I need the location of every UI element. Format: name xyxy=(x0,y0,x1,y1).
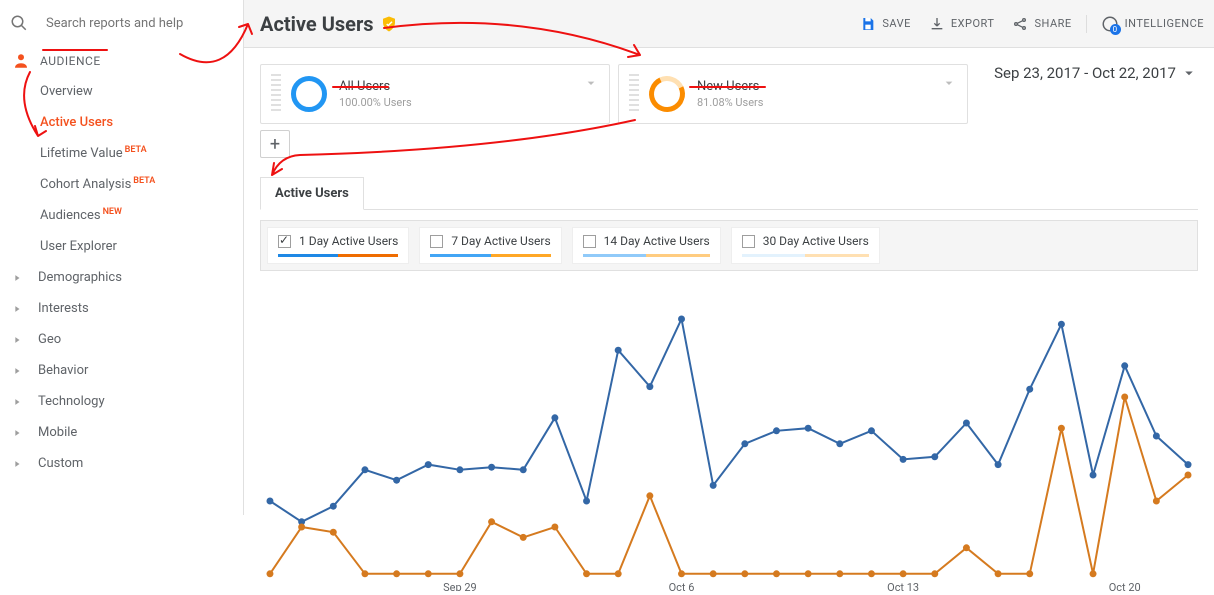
export-button[interactable]: EXPORT xyxy=(929,16,995,32)
caret-down-icon xyxy=(1180,64,1198,82)
download-icon xyxy=(929,16,945,32)
sidebar-item-label: Custom xyxy=(38,456,83,471)
metric-toggle-7-day-active-users[interactable]: 7 Day Active Users xyxy=(419,227,561,264)
sidebar-item-geo[interactable]: Geo xyxy=(0,324,243,355)
sidebar-item-label: Demographics xyxy=(38,270,122,285)
metric-toggle-1-day-active-users[interactable]: 1 Day Active Users xyxy=(267,227,409,264)
segment-name: New Users xyxy=(697,79,763,94)
segment-subtitle: 81.08% Users xyxy=(697,96,763,109)
drag-handle-icon[interactable] xyxy=(271,74,281,114)
metric-toggle-14-day-active-users[interactable]: 14 Day Active Users xyxy=(572,227,721,264)
tab-active-users[interactable]: Active Users xyxy=(260,177,364,210)
donut-orange-icon xyxy=(644,71,690,117)
sidebar-item-audiences[interactable]: Audiences NEW xyxy=(0,200,243,231)
sidebar-section-label: AUDIENCE xyxy=(40,54,101,68)
caret-right-icon xyxy=(8,304,26,314)
sidebar-item-interests[interactable]: Interests xyxy=(0,293,243,324)
sidebar-item-active-users[interactable]: Active Users xyxy=(0,107,243,138)
svg-text:Oct 13: Oct 13 xyxy=(887,581,919,591)
metric-label: 7 Day Active Users xyxy=(451,234,550,248)
drag-handle-icon[interactable] xyxy=(629,74,639,114)
sidebar-item-lifetime-value[interactable]: Lifetime Value BETA xyxy=(0,138,243,169)
caret-right-icon xyxy=(8,459,26,469)
sidebar-item-label: Cohort Analysis xyxy=(40,177,131,192)
donut-blue-icon xyxy=(291,76,327,112)
search-row xyxy=(0,6,243,46)
sidebar-item-behavior[interactable]: Behavior xyxy=(0,355,243,386)
caret-right-icon xyxy=(8,335,26,345)
metric-toggle-30-day-active-users[interactable]: 30 Day Active Users xyxy=(731,227,880,264)
intelligence-button[interactable]: 0 INTELLIGENCE xyxy=(1086,15,1204,33)
active-users-chart: Sep 29 Oct 6 Oct 13 Oct 20 xyxy=(260,291,1198,591)
sidebar-item-label: Geo xyxy=(38,332,61,347)
person-icon xyxy=(12,52,30,70)
metric-label: 1 Day Active Users xyxy=(299,234,398,248)
sidebar-item-label: Interests xyxy=(38,301,89,316)
checkbox-icon xyxy=(278,235,291,248)
sidebar-item-technology[interactable]: Technology xyxy=(0,386,243,417)
checkbox-icon xyxy=(430,235,443,248)
segment-all-users[interactable]: All Users 100.00% Users xyxy=(260,64,610,124)
svg-text:Sep 29: Sep 29 xyxy=(443,581,477,591)
caret-right-icon xyxy=(8,273,26,283)
share-button[interactable]: SHARE xyxy=(1012,16,1071,32)
sidebar-item-user-explorer[interactable]: User Explorer xyxy=(0,231,243,262)
segment-subtitle: 100.00% Users xyxy=(339,96,412,109)
caret-right-icon xyxy=(8,366,26,376)
sidebar-item-overview[interactable]: Overview xyxy=(0,76,243,107)
segment-name: All Users xyxy=(339,79,412,94)
sidebar-item-demographics[interactable]: Demographics xyxy=(0,262,243,293)
search-icon xyxy=(10,14,28,32)
segment-new-users[interactable]: New Users 81.08% Users xyxy=(618,64,968,124)
beta-badge: BETA xyxy=(133,176,155,186)
checkbox-icon xyxy=(742,235,755,248)
sidebar-item-label: Active Users xyxy=(40,115,113,130)
sidebar-item-label: Behavior xyxy=(38,363,88,378)
verified-shield-icon xyxy=(380,15,398,33)
sidebar-item-label: Lifetime Value xyxy=(40,146,123,161)
date-range-picker[interactable]: Sep 23, 2017 - Oct 22, 2017 xyxy=(994,64,1198,82)
checkbox-icon xyxy=(583,235,596,248)
intelligence-icon: 0 xyxy=(1101,15,1119,33)
topbar: Active Users SAVE EXPORT SHARE 0 INTELL xyxy=(244,0,1214,48)
sidebar-item-label: User Explorer xyxy=(40,239,117,254)
sidebar-item-custom[interactable]: Custom xyxy=(0,448,243,479)
sidebar-item-label: Overview xyxy=(40,84,93,99)
svg-text:Oct 6: Oct 6 xyxy=(669,581,695,591)
svg-text:Oct 20: Oct 20 xyxy=(1109,581,1141,591)
sidebar-item-label: Mobile xyxy=(38,425,77,440)
caret-right-icon xyxy=(8,428,26,438)
beta-badge: BETA xyxy=(125,145,147,155)
sidebar-item-cohort-analysis[interactable]: Cohort Analysis BETA xyxy=(0,169,243,200)
sidebar-section-audience[interactable]: AUDIENCE xyxy=(0,46,243,76)
metric-label: 30 Day Active Users xyxy=(763,234,869,248)
chevron-down-icon[interactable] xyxy=(941,75,957,91)
caret-right-icon xyxy=(8,397,26,407)
beta-badge: NEW xyxy=(103,207,122,217)
chevron-down-icon[interactable] xyxy=(583,75,599,91)
share-icon xyxy=(1012,16,1028,32)
metric-label: 14 Day Active Users xyxy=(604,234,710,248)
page-title: Active Users xyxy=(260,12,374,36)
save-icon xyxy=(860,16,876,32)
search-input[interactable] xyxy=(46,16,227,31)
sidebar-item-mobile[interactable]: Mobile xyxy=(0,417,243,448)
sidebar-item-label: Audiences xyxy=(40,208,101,223)
add-segment-button[interactable]: + xyxy=(260,130,290,158)
save-button[interactable]: SAVE xyxy=(860,16,911,32)
sidebar-item-label: Technology xyxy=(38,394,105,409)
